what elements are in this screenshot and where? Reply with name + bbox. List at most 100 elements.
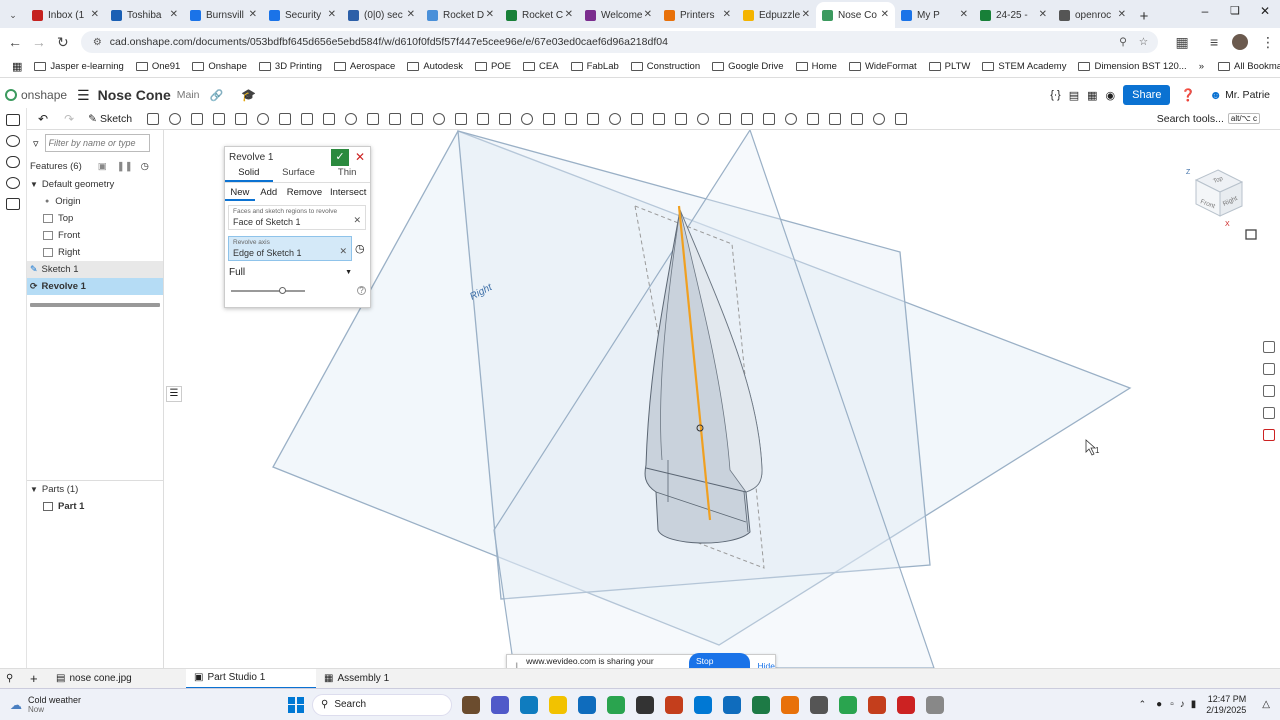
forward-icon[interactable]: → bbox=[27, 30, 51, 54]
chrome-menu-icon[interactable]: ⋮ bbox=[1256, 30, 1280, 54]
appearance-icon[interactable] bbox=[758, 110, 780, 128]
close-tab-icon[interactable]: ✕ bbox=[328, 9, 336, 20]
bookmark-item[interactable]: STEM Academy bbox=[982, 61, 1066, 72]
bookmark-item[interactable]: WideFormat bbox=[848, 61, 917, 72]
sweep-icon[interactable] bbox=[208, 110, 230, 128]
browser-tab[interactable]: Rocket D ✕ bbox=[421, 2, 500, 28]
url-bar[interactable]: ⚙ cad.onshape.com/documents/053bdfbf645d… bbox=[80, 31, 1159, 53]
more-bookmarks-icon[interactable]: » bbox=[1199, 61, 1204, 72]
appearance-icon[interactable] bbox=[1263, 341, 1275, 353]
branch-label[interactable]: Main bbox=[177, 89, 200, 101]
bookmark-item[interactable]: PLTW bbox=[928, 61, 970, 72]
clear-faces-icon[interactable]: ✕ bbox=[353, 215, 361, 226]
faces-field[interactable]: Faces and sketch regions to revolve Face… bbox=[228, 205, 366, 230]
properties-icon[interactable] bbox=[6, 198, 20, 210]
mass-properties-icon[interactable] bbox=[1263, 363, 1275, 375]
chrome-profile-icon[interactable] bbox=[838, 695, 857, 714]
mate-icon[interactable] bbox=[6, 135, 20, 147]
document-title[interactable]: Nose Cone bbox=[98, 87, 171, 103]
user-name[interactable]: Mr. Patrie bbox=[1225, 89, 1270, 101]
pen-icon[interactable] bbox=[722, 695, 741, 714]
minimize-button[interactable]: – bbox=[1190, 4, 1220, 28]
learning-center-icon[interactable]: 🎓 bbox=[241, 88, 256, 102]
teams-icon[interactable] bbox=[490, 695, 509, 714]
tab-image[interactable]: ▤ nose cone.jpg bbox=[56, 673, 186, 684]
clock[interactable]: 12:47 PM 2/19/2025 bbox=[1206, 694, 1246, 716]
search-tools[interactable]: Search tools... alt/⌥ c bbox=[1157, 113, 1260, 125]
custom-feature-icon[interactable] bbox=[780, 110, 802, 128]
new-sketch-icon[interactable] bbox=[142, 110, 164, 128]
accept-button[interactable]: ✓ bbox=[331, 148, 349, 166]
browser-tab[interactable]: My P ✕ bbox=[895, 2, 974, 28]
browser-tab[interactable]: (0|0) sec ✕ bbox=[342, 2, 421, 28]
slider-handle[interactable] bbox=[279, 286, 286, 294]
bookmark-item[interactable]: Onshape bbox=[192, 61, 247, 72]
powerpoint-icon[interactable] bbox=[867, 695, 886, 714]
type-surface-tab[interactable]: Surface bbox=[273, 167, 325, 182]
network-icon[interactable]: ▫ bbox=[1170, 699, 1174, 710]
notes-icon[interactable]: ▤ bbox=[1069, 89, 1079, 102]
bookmark-item[interactable]: Home bbox=[795, 61, 837, 72]
loft-icon[interactable] bbox=[230, 110, 252, 128]
render-studio-icon[interactable] bbox=[1263, 429, 1275, 441]
extensions-icon[interactable]: ▦ bbox=[1170, 30, 1194, 54]
rollback-bar[interactable] bbox=[30, 303, 160, 307]
hole-icon[interactable] bbox=[384, 110, 406, 128]
bookmark-item[interactable]: Jasper e-learning bbox=[34, 61, 124, 72]
bookmark-star-icon[interactable]: ☆ bbox=[1139, 36, 1148, 48]
chrome-icon[interactable] bbox=[606, 695, 625, 714]
op-intersect-tab[interactable]: Intersect bbox=[326, 187, 370, 198]
battery-icon[interactable]: ▮ bbox=[1191, 699, 1197, 710]
bookmark-item[interactable]: CEA bbox=[523, 61, 559, 72]
delete-part-icon[interactable] bbox=[516, 110, 538, 128]
filter-icon[interactable]: ▿ bbox=[33, 137, 39, 150]
all-bookmarks[interactable]: All Bookmarks bbox=[1218, 61, 1280, 72]
close-tab-icon[interactable]: ✕ bbox=[249, 9, 257, 20]
snip-icon[interactable] bbox=[896, 695, 915, 714]
back-icon[interactable]: ← bbox=[3, 30, 27, 54]
hamburger-menu-icon[interactable]: ☰ bbox=[77, 87, 90, 104]
browser-tab[interactable]: 24-25 - ✕ bbox=[974, 2, 1053, 28]
redo-icon[interactable]: ↷ bbox=[64, 112, 74, 126]
close-tab-icon[interactable]: ✕ bbox=[1039, 9, 1047, 20]
widgets-icon[interactable] bbox=[461, 695, 480, 714]
file-explorer-icon[interactable] bbox=[548, 695, 567, 714]
help-icon[interactable]: ? bbox=[357, 286, 366, 295]
media-icon[interactable]: ≡ bbox=[1202, 30, 1226, 54]
maximize-button[interactable]: ❏ bbox=[1220, 4, 1250, 28]
globe-icon[interactable]: ◉ bbox=[1106, 89, 1116, 102]
browser-tab[interactable]: Security ✕ bbox=[263, 2, 342, 28]
thicken-icon[interactable] bbox=[252, 110, 274, 128]
office-icon[interactable] bbox=[664, 695, 683, 714]
excel-icon[interactable] bbox=[751, 695, 770, 714]
tab-search-icon[interactable]: ⌄ bbox=[0, 2, 26, 28]
start-button[interactable] bbox=[288, 696, 304, 713]
sheet-metal-icon[interactable] bbox=[824, 110, 846, 128]
filter-input[interactable] bbox=[44, 134, 150, 152]
extrude-icon[interactable] bbox=[164, 110, 186, 128]
extra-icon[interactable] bbox=[925, 695, 944, 714]
bookmark-item[interactable]: Aerospace bbox=[333, 61, 395, 72]
timer-icon[interactable]: ◷ bbox=[141, 161, 149, 172]
render-icon[interactable] bbox=[736, 110, 758, 128]
curve-icon[interactable] bbox=[604, 110, 626, 128]
close-tab-icon[interactable]: ✕ bbox=[960, 9, 968, 20]
section-view-icon[interactable] bbox=[670, 110, 692, 128]
browser-tab[interactable]: Toshiba ✕ bbox=[105, 2, 184, 28]
close-tab-icon[interactable]: ✕ bbox=[565, 9, 573, 20]
weather-widget[interactable]: ☁ Cold weather Now bbox=[10, 695, 270, 715]
taskbar-search[interactable]: ⚲ Search bbox=[312, 693, 452, 716]
chevron-down-icon[interactable]: ▼ bbox=[30, 180, 38, 189]
configurations-icon[interactable] bbox=[1263, 407, 1275, 419]
close-tab-icon[interactable]: ✕ bbox=[407, 9, 415, 20]
variables-icon[interactable]: {∙} bbox=[1050, 89, 1060, 101]
preview-slider[interactable] bbox=[231, 286, 305, 294]
boolean-icon[interactable] bbox=[450, 110, 472, 128]
add-tab-icon[interactable]: + bbox=[30, 671, 46, 686]
fillet-icon[interactable] bbox=[274, 110, 296, 128]
bookmark-item[interactable]: Construction bbox=[630, 61, 700, 72]
bookmark-item[interactable]: Dimension BST 120... bbox=[1078, 61, 1187, 72]
revolve-icon[interactable] bbox=[186, 110, 208, 128]
explode-icon[interactable] bbox=[714, 110, 736, 128]
browser-tab[interactable]: Inbox (1 ✕ bbox=[26, 2, 105, 28]
